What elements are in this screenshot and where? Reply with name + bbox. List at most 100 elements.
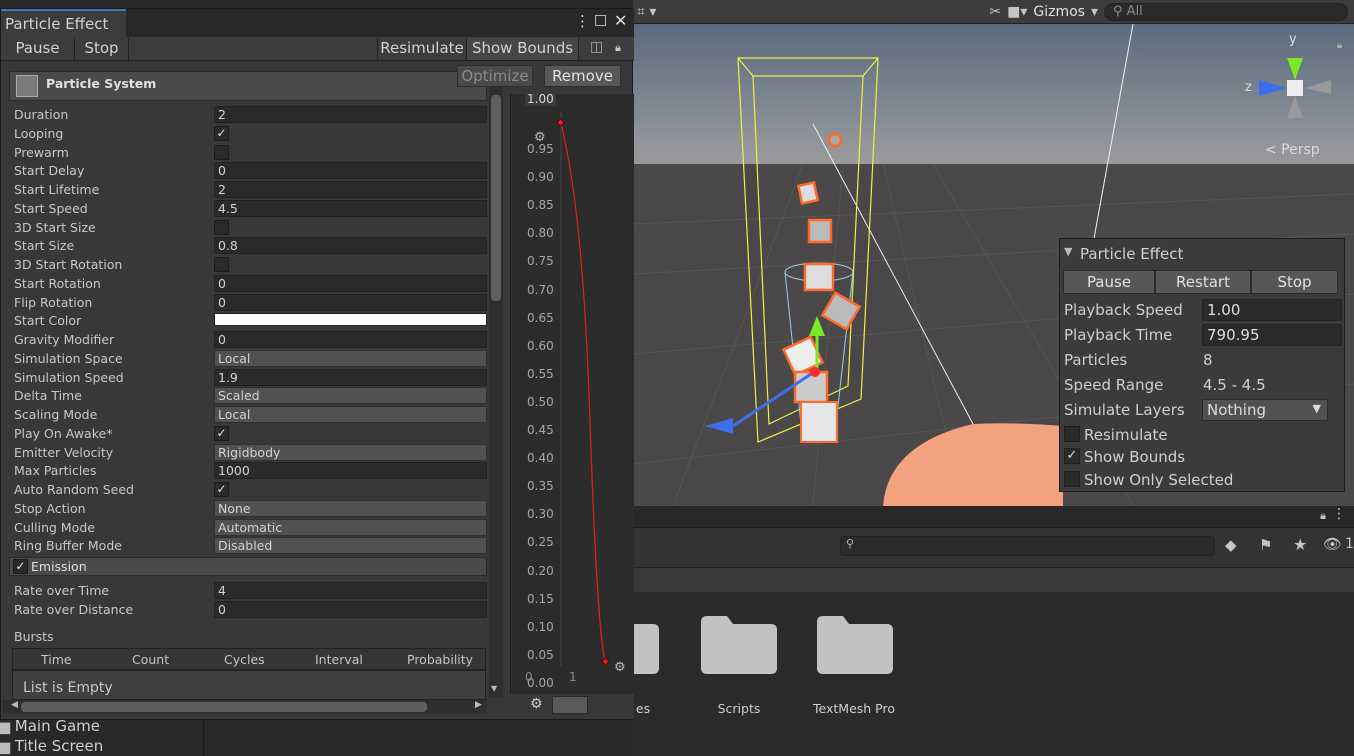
property-field[interactable]: 4.5 [214, 199, 487, 217]
playback-speed-field[interactable]: 1.00 [1202, 299, 1342, 321]
property-row: Start Rotation 0 [13, 274, 489, 293]
vertical-scrollbar[interactable]: ▼ [489, 87, 503, 697]
property-dropdown[interactable]: Local [214, 406, 487, 423]
project-search-input[interactable]: ⚲ [840, 536, 1215, 556]
split-view-icon[interactable]: ◫ [590, 39, 603, 55]
overlay-pause-button[interactable]: Pause [1063, 270, 1155, 294]
hidden-eye-icon[interactable]: 👁︎ [1323, 535, 1342, 553]
color-field[interactable] [214, 313, 487, 327]
property-checkbox[interactable] [214, 257, 229, 272]
curve-key[interactable] [556, 118, 565, 127]
gear-icon[interactable]: ⚙ [530, 696, 543, 712]
resimulate-button[interactable]: Resimulate [377, 38, 467, 60]
scene-search-input[interactable]: ⚲ All [1104, 2, 1348, 21]
property-field[interactable]: 1.9 [214, 368, 487, 386]
maximize-icon[interactable]: □ [594, 12, 607, 28]
gear-icon[interactable]: ⚙ [534, 130, 546, 145]
curve-key[interactable] [601, 657, 610, 666]
lock-icon[interactable]: 🔒︎ [615, 41, 621, 55]
property-checkbox[interactable]: ✓ [214, 125, 229, 141]
scroll-down-icon[interactable]: ▼ [491, 684, 497, 693]
scrollbar-thumb[interactable] [21, 702, 427, 712]
folder-icon[interactable] [817, 616, 893, 674]
overlay-restart-button[interactable]: Restart [1155, 270, 1251, 294]
property-dropdown[interactable]: Disabled [214, 537, 487, 555]
property-label: Play On Awake* [14, 425, 113, 441]
property-field[interactable]: 0 [214, 293, 487, 311]
emission-header[interactable]: ✓ Emission [9, 557, 487, 576]
lock-icon[interactable]: 🔒︎ [1320, 509, 1326, 523]
favorite-star-icon[interactable]: ★ [1293, 535, 1307, 554]
speed-range-label: Speed Range [1064, 376, 1164, 394]
resimulate-checkbox[interactable] [1064, 426, 1080, 442]
menu-icon[interactable]: ⋮ [575, 12, 590, 30]
folder-label[interactable]: es [633, 701, 653, 716]
foldout-arrow-icon[interactable]: ▼ [1064, 245, 1072, 258]
module-header[interactable]: Particle System [9, 71, 487, 101]
property-checkbox[interactable]: ✓ [214, 482, 229, 497]
show-bounds-label: Show Bounds [1084, 448, 1186, 466]
tools-icon[interactable]: ✂ [989, 4, 1001, 20]
persp-label[interactable]: < Persp [1265, 142, 1320, 158]
gizmos-button[interactable]: Gizmos [1033, 4, 1085, 20]
curve-editor[interactable]: 1.00 0.95 0.90 0.85 0.80 0.75 0.70 0.65 0.60 0.5… [510, 92, 635, 694]
scroll-right-icon[interactable]: ▶ [475, 700, 482, 710]
window-tab[interactable]: Particle Effect [1, 9, 126, 37]
show-bounds-button[interactable]: Show Bounds [467, 38, 579, 60]
orientation-gizmo[interactable] [1243, 32, 1343, 132]
property-checkbox[interactable] [214, 144, 229, 160]
property-dropdown[interactable]: Scaled [214, 387, 487, 405]
property-checkbox[interactable] [214, 219, 229, 235]
curve-plot[interactable] [511, 94, 635, 694]
property-field[interactable]: 0 [214, 162, 487, 180]
filter-type-icon[interactable]: ◆ [1225, 536, 1237, 554]
optimize-button[interactable]: Optimize [457, 65, 533, 87]
emission-checkbox[interactable]: ✓ [13, 559, 28, 574]
playback-time-field[interactable]: 790.95 [1202, 324, 1342, 346]
pause-button[interactable]: Pause [1, 38, 75, 60]
close-icon[interactable]: ✕ [614, 11, 627, 30]
simulate-layers-dropdown[interactable]: Nothing ▼ [1202, 399, 1328, 421]
folder-label[interactable]: Scripts [689, 701, 789, 716]
property-field[interactable]: 2 [214, 106, 487, 123]
show-bounds-checkbox[interactable]: ✓ [1064, 448, 1080, 464]
property-row: Start Color [13, 312, 489, 330]
list-item[interactable]: ▆ Title Screen [0, 737, 103, 755]
horizontal-scrollbar[interactable]: ◀ ▶ [3, 700, 487, 714]
gear-icon[interactable]: ⚙ [614, 660, 626, 675]
label-icon[interactable]: ⚑ [1259, 536, 1272, 554]
hidden-count: 1 [1345, 536, 1354, 552]
property-field[interactable]: 1000 [214, 462, 487, 480]
list-empty-label: List is Empty [23, 680, 113, 696]
menu-icon[interactable]: ⋮ [1332, 506, 1346, 522]
scroll-left-icon[interactable]: ◀ [11, 700, 18, 710]
scrollbar-thumb[interactable] [491, 95, 501, 301]
gizmos-dropdown-icon[interactable]: ▾ [1091, 4, 1098, 20]
property-dropdown[interactable]: Rigidbody [214, 443, 487, 461]
folder-icon[interactable] [701, 616, 777, 674]
property-checkbox[interactable]: ✓ [214, 425, 229, 441]
grid-snap-icon[interactable]: ⌗ ▾ [637, 4, 656, 20]
overlay-title: Particle Effect [1080, 245, 1184, 263]
property-label: Ring Buffer Mode [14, 538, 122, 554]
camera-icon[interactable]: ■▾ [1007, 4, 1027, 20]
property-field[interactable]: 0 [214, 331, 487, 348]
folder-label[interactable]: TextMesh Pro [801, 701, 907, 716]
lock-icon[interactable]: 🔒︎ [1337, 40, 1342, 51]
overlay-stop-button[interactable]: Stop [1251, 270, 1338, 294]
property-dropdown[interactable]: None [214, 499, 487, 517]
remove-button[interactable]: Remove [544, 65, 621, 87]
particles-value: 8 [1203, 351, 1213, 369]
property-dropdown[interactable]: Automatic [214, 518, 487, 536]
curve-preset-swatch[interactable] [552, 696, 588, 714]
show-only-selected-checkbox[interactable] [1064, 471, 1080, 487]
rate-over-distance-field[interactable]: 0 [214, 601, 487, 618]
property-field[interactable]: 2 [214, 181, 487, 198]
property-field[interactable]: 0.8 [214, 237, 487, 255]
property-field[interactable]: 0 [214, 274, 487, 292]
property-label: Start Size [14, 238, 75, 254]
rate-over-time-field[interactable]: 4 [214, 582, 487, 599]
project-toolbar: ⚲ ◆ ⚑ ★ 👁︎ 1 [633, 528, 1354, 568]
property-dropdown[interactable]: Local [214, 349, 487, 367]
stop-button[interactable]: Stop [75, 38, 129, 60]
